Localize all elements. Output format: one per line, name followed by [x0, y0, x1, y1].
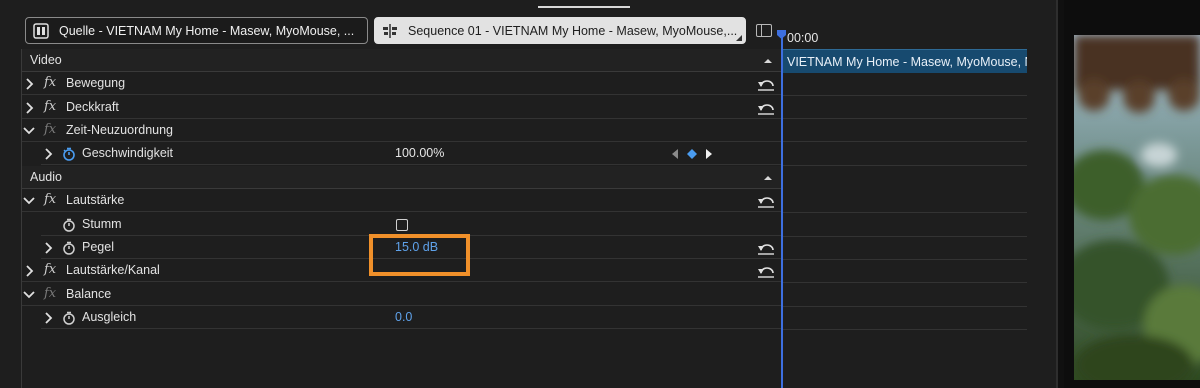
- timeline-row-divider: [783, 141, 1027, 142]
- source-clip-icon: [33, 22, 49, 39]
- triangle-right-icon: [706, 149, 712, 159]
- triangle-left-icon: [672, 149, 678, 159]
- reset-icon[interactable]: [757, 77, 775, 91]
- chevron-right-icon[interactable]: [43, 312, 53, 324]
- fx-icon: fx: [44, 192, 57, 207]
- effect-row-bewegung[interactable]: fx Bewegung: [22, 72, 782, 95]
- fx-icon: fx: [44, 286, 57, 301]
- chevron-right-icon[interactable]: [24, 102, 34, 114]
- panel-top-indicator: [538, 6, 630, 8]
- effect-label: Lautstärke/Kanal: [66, 263, 160, 277]
- timeline-clip-label: VIETNAM My Home - Masew, MyoMouse, N: [787, 55, 1027, 69]
- fx-icon: fx: [44, 99, 57, 114]
- timeline-row-divider: [783, 329, 1027, 330]
- stopwatch-active-icon[interactable]: [62, 147, 76, 161]
- tab-source-label: Quelle - VIETNAM My Home - Masew, MyoMou…: [59, 23, 355, 38]
- effect-label: Lautstärke: [66, 193, 125, 207]
- timeline-clip[interactable]: VIETNAM My Home - Masew, MyoMouse, N: [783, 49, 1027, 73]
- effect-row-deckkraft[interactable]: fx Deckkraft: [22, 96, 782, 119]
- param-row-stumm[interactable]: Stumm: [41, 213, 782, 236]
- param-label: Pegel: [82, 240, 114, 254]
- preview-image: [1074, 35, 1200, 380]
- chevron-down-icon[interactable]: [23, 290, 35, 300]
- tab-source[interactable]: Quelle - VIETNAM My Home - Masew, MyoMou…: [25, 17, 368, 44]
- timeline-row-divider: [783, 212, 1027, 213]
- section-video-label: Video: [30, 53, 62, 67]
- param-value[interactable]: 100.00%: [395, 146, 444, 160]
- param-label: Stumm: [82, 217, 122, 231]
- program-monitor-frame: [1074, 35, 1200, 380]
- keyframe-navigator[interactable]: [668, 147, 716, 161]
- playhead-marker-icon[interactable]: [777, 30, 786, 39]
- timeline-row-divider: [783, 95, 1027, 96]
- tab-sequence[interactable]: Sequence 01 - VIETNAM My Home - Masew, M…: [374, 17, 746, 44]
- effect-label: Bewegung: [66, 76, 126, 90]
- reset-icon[interactable]: [757, 241, 775, 255]
- effect-row-zeit-neuzuordnung[interactable]: fx Zeit-Neuzuordnung: [22, 119, 782, 142]
- timeline-row-divider: [783, 165, 1027, 166]
- param-label: Geschwindigkeit: [82, 146, 174, 160]
- chevron-right-icon[interactable]: [24, 78, 34, 90]
- reset-icon[interactable]: [757, 194, 775, 208]
- chevron-right-icon[interactable]: [43, 242, 53, 254]
- param-label: Ausgleich: [82, 310, 137, 324]
- section-video[interactable]: Video: [22, 49, 782, 72]
- playhead[interactable]: [781, 36, 783, 388]
- collapse-up-icon[interactable]: [763, 57, 773, 65]
- tab-dropdown-corner-icon[interactable]: [736, 35, 742, 41]
- highlight-box: [369, 234, 470, 276]
- stopwatch-icon[interactable]: [62, 311, 76, 325]
- section-audio-label: Audio: [30, 170, 62, 184]
- effects-list: Video fx Bewegung fx Deckkraft fx Zeit-N…: [21, 49, 782, 388]
- timeline-row-divider: [783, 236, 1027, 237]
- effect-label: Balance: [66, 287, 112, 301]
- effect-label: Deckkraft: [66, 100, 119, 114]
- fx-icon: fx: [44, 75, 57, 90]
- mute-checkbox[interactable]: [396, 219, 408, 231]
- fx-icon: fx: [44, 122, 57, 137]
- chevron-right-icon[interactable]: [24, 265, 34, 277]
- reset-icon[interactable]: [757, 101, 775, 115]
- effect-row-lautstaerke[interactable]: fx Lautstärke: [22, 189, 782, 212]
- effect-row-balance[interactable]: fx Balance: [22, 283, 782, 306]
- chevron-right-icon[interactable]: [43, 148, 53, 160]
- diamond-icon: [687, 149, 697, 159]
- timeline-timecode: 00:00: [787, 31, 819, 45]
- sequence-icon: [383, 23, 397, 38]
- ausgleich-value[interactable]: 0.0: [395, 310, 412, 324]
- reset-icon[interactable]: [757, 264, 775, 278]
- panel-layout-icon[interactable]: [756, 24, 772, 37]
- section-audio[interactable]: Audio: [22, 166, 782, 189]
- timeline-row-divider: [783, 282, 1027, 283]
- chevron-down-icon[interactable]: [23, 126, 35, 136]
- timeline-row-divider: [783, 118, 1027, 119]
- tab-sequence-label: Sequence 01 - VIETNAM My Home - Masew, M…: [408, 23, 738, 38]
- chevron-down-icon[interactable]: [23, 196, 35, 206]
- timeline-row-divider: [783, 306, 1027, 307]
- timeline-row-divider: [783, 259, 1027, 260]
- param-row-ausgleich[interactable]: Ausgleich 0.0: [41, 306, 782, 329]
- stopwatch-icon[interactable]: [62, 241, 76, 255]
- fx-icon: fx: [44, 262, 57, 277]
- collapse-up-icon[interactable]: [763, 174, 773, 182]
- effect-label: Zeit-Neuzuordnung: [66, 123, 174, 137]
- stopwatch-icon[interactable]: [62, 218, 76, 232]
- param-row-geschwindigkeit[interactable]: Geschwindigkeit 100.00%: [41, 142, 782, 165]
